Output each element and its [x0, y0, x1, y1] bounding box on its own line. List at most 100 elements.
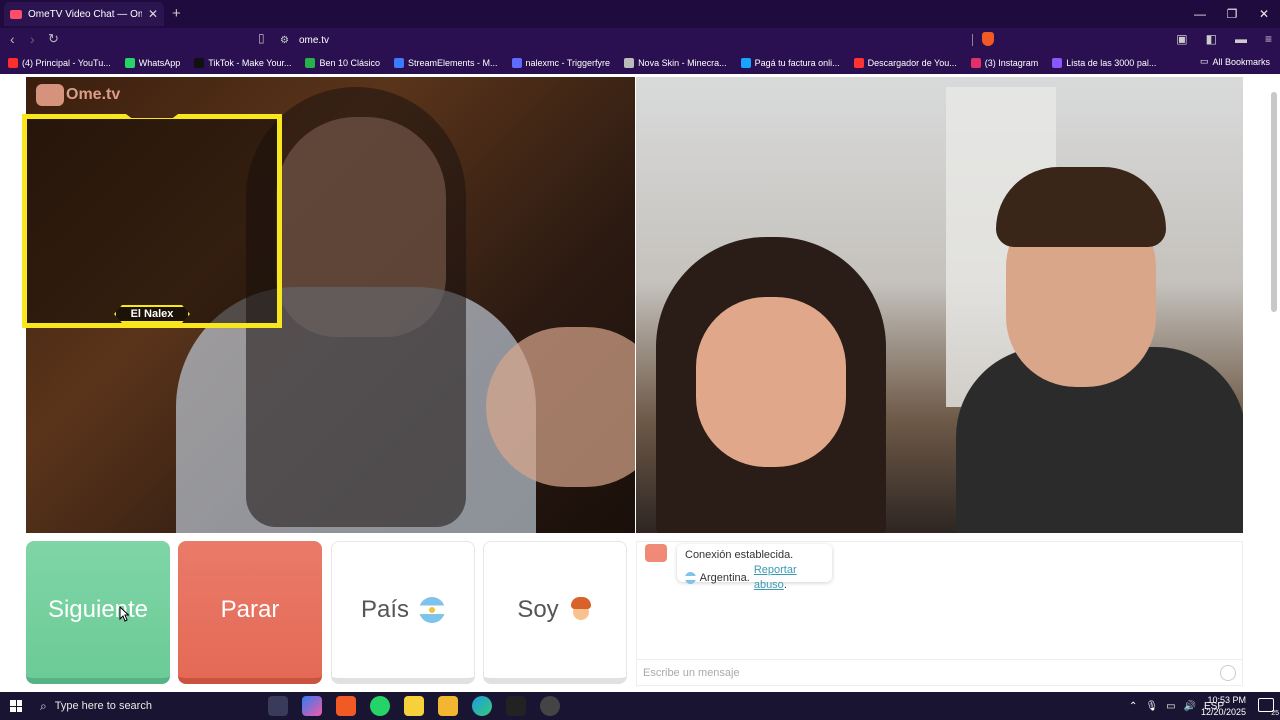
- bookmark-item[interactable]: Nova Skin - Minecra...: [624, 58, 727, 68]
- message-placeholder: Escribe un mensaje: [643, 666, 740, 679]
- country-button[interactable]: País: [331, 541, 475, 684]
- bookmark-label: (3) Instagram: [984, 58, 1039, 68]
- bookmark-label: nalexmc - Triggerfyre: [525, 58, 611, 68]
- bookmark-item[interactable]: nalexmc - Triggerfyre: [511, 58, 611, 68]
- browser-tab-bar: OmeTV Video Chat — Omeg ✕ + — ❐ ✕: [0, 0, 1280, 28]
- stop-button[interactable]: Parar: [178, 541, 322, 684]
- bookmark-favicon-icon: [624, 58, 635, 68]
- bookmark-favicon-icon: [1052, 58, 1063, 68]
- message-input[interactable]: Escribe un mensaje: [637, 659, 1242, 685]
- bookmark-label: Descargador de You...: [867, 58, 957, 68]
- show-hidden-icons-icon[interactable]: ⌃: [1129, 701, 1137, 712]
- reload-icon[interactable]: ↻: [48, 31, 59, 47]
- bookmark-item[interactable]: WhatsApp: [124, 58, 180, 68]
- address-divider: [972, 34, 973, 46]
- close-window-icon[interactable]: ✕: [1248, 0, 1280, 28]
- ometv-logo[interactable]: Ome.tv: [36, 84, 120, 106]
- bookmark-favicon-icon: [8, 58, 18, 68]
- sidebar-icon[interactable]: ◧: [1206, 32, 1217, 46]
- search-icon: ⌕: [40, 698, 47, 713]
- new-tab-icon[interactable]: +: [172, 5, 181, 22]
- close-tab-icon[interactable]: ✕: [148, 7, 158, 21]
- capcut-icon[interactable]: [506, 696, 526, 716]
- bookmark-label: TikTok - Make Your...: [208, 58, 292, 68]
- browser-tab[interactable]: OmeTV Video Chat — Omeg ✕: [4, 2, 164, 26]
- minimize-icon[interactable]: —: [1184, 0, 1216, 28]
- media-icon[interactable]: ▣: [1176, 32, 1187, 46]
- gender-button[interactable]: Soy: [483, 541, 627, 684]
- brave-shields-icon[interactable]: [982, 32, 994, 46]
- edge-icon[interactable]: [472, 696, 492, 716]
- bookmark-item[interactable]: (3) Instagram: [970, 58, 1039, 68]
- bookmark-item[interactable]: StreamElements - M...: [394, 58, 498, 68]
- argentina-flag-icon: [685, 572, 696, 584]
- logo-text: Ome.tv: [66, 86, 121, 103]
- bookmark-label: StreamElements - M...: [408, 58, 498, 68]
- connection-status: Conexión establecida.: [685, 549, 794, 561]
- wallet-icon[interactable]: ▬: [1235, 32, 1247, 46]
- scrollbar-thumb[interactable]: [1271, 92, 1277, 312]
- ometv-favicon-icon: [10, 9, 22, 19]
- bookmark-label: Lista de las 3000 pal...: [1066, 58, 1157, 68]
- menu-icon[interactable]: ≡: [1265, 32, 1272, 46]
- bookmark-label: (4) Principal - YouTu...: [22, 58, 111, 68]
- chat-panel: Conexión establecida. Argentina. Reporta…: [636, 541, 1243, 686]
- notification-center-icon[interactable]: 25: [1258, 698, 1279, 717]
- argentina-flag-icon: [419, 597, 446, 623]
- windows-start-icon[interactable]: [10, 700, 22, 712]
- bookmark-favicon-icon: [970, 58, 981, 68]
- stop-button-label: Parar: [220, 595, 280, 623]
- bookmark-item[interactable]: Descargador de You...: [853, 58, 957, 68]
- bookmark-item[interactable]: (4) Principal - YouTu...: [8, 58, 111, 68]
- bookmark-item[interactable]: TikTok - Make Your...: [194, 58, 291, 68]
- clock[interactable]: 10:53 PM 12/20/2025: [1201, 694, 1246, 718]
- restore-icon[interactable]: ❐: [1216, 0, 1248, 28]
- all-bookmarks[interactable]: ▭ All Bookmarks: [1200, 56, 1270, 67]
- file-explorer-icon[interactable]: [438, 696, 458, 716]
- next-button[interactable]: Siguiente: [26, 541, 170, 684]
- window-controls: — ❐ ✕: [1184, 0, 1280, 28]
- network-icon[interactable]: ▭: [1166, 701, 1175, 712]
- back-icon[interactable]: ‹: [10, 31, 15, 47]
- gender-button-label: Soy: [517, 596, 559, 623]
- report-abuse-link[interactable]: Reportar abuso: [754, 564, 797, 591]
- bookmark-item[interactable]: Ben 10 Clásico: [305, 58, 380, 68]
- taskbar-search[interactable]: ⌕ Type here to search: [34, 692, 254, 720]
- brave-browser-icon[interactable]: [336, 696, 356, 716]
- volume-icon[interactable]: 🔊: [1184, 701, 1196, 712]
- mouse-pointer-icon: [119, 606, 129, 622]
- bookmark-favicon-icon: [394, 58, 404, 68]
- bookmark-page-icon[interactable]: ▯: [258, 31, 265, 45]
- bookmark-label: Ben 10 Clásico: [319, 58, 380, 68]
- scrollbar[interactable]: [1270, 78, 1278, 688]
- bookmark-favicon-icon: [740, 58, 751, 68]
- bookmark-favicon-icon: [853, 58, 864, 68]
- obs-icon[interactable]: [540, 696, 560, 716]
- country-row: Argentina. Reportar abuso.: [685, 563, 824, 593]
- task-view-icon[interactable]: [268, 696, 288, 716]
- forward-icon[interactable]: ›: [30, 31, 35, 47]
- site-info-icon[interactable]: ⚙: [280, 35, 289, 46]
- video-figure: [696, 297, 846, 467]
- taskbar-apps: [268, 696, 560, 716]
- sticky-notes-icon[interactable]: [404, 696, 424, 716]
- bookmark-favicon-icon: [124, 58, 135, 68]
- report-suffix: .: [783, 579, 787, 591]
- whatsapp-icon[interactable]: [370, 696, 390, 716]
- bookmarks-bar: (4) Principal - YouTu... WhatsApp TikTok -…: [0, 52, 1280, 74]
- bookmark-label: Pagá tu factura onli...: [754, 58, 840, 68]
- bookmark-item[interactable]: Lista de las 3000 pal...: [1052, 58, 1156, 68]
- microphone-icon[interactable]: 🎙: [1145, 701, 1158, 712]
- tab-title: OmeTV Video Chat — Omeg: [28, 8, 142, 20]
- video-figure: [996, 167, 1166, 247]
- copilot-icon[interactable]: [302, 696, 322, 716]
- browser-toolbar: ‹ › ↻ ▯ ⚙ ome.tv ▣ ◧ ▬ ≡: [0, 28, 1280, 52]
- emoji-icon[interactable]: [1220, 664, 1236, 681]
- url-text: ome.tv: [298, 34, 329, 46]
- bookmark-item[interactable]: Pagá tu factura onli...: [740, 58, 840, 68]
- bookmark-favicon-icon: [305, 58, 316, 68]
- address-bar[interactable]: ⚙ ome.tv: [280, 31, 980, 49]
- boy-emoji-icon: [569, 597, 593, 623]
- taskbar-search-placeholder: Type here to search: [54, 700, 152, 712]
- next-button-label: Siguiente: [47, 595, 149, 623]
